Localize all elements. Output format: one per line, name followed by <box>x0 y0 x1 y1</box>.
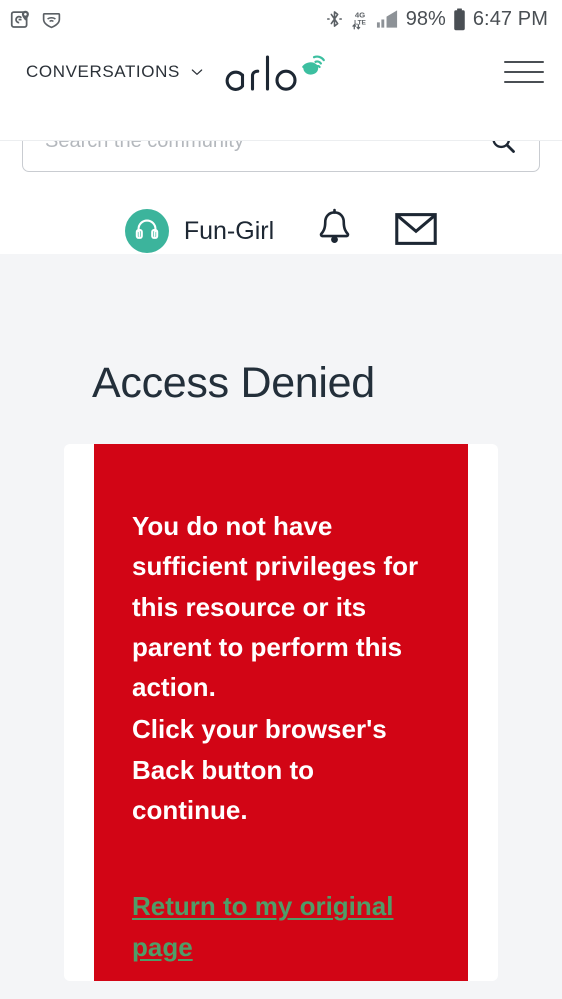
arlo-logo-svg <box>225 55 325 91</box>
access-denied-alert: You do not have sufficient privileges fo… <box>94 444 468 981</box>
bell-icon <box>316 208 353 254</box>
arlo-logo[interactable] <box>222 45 340 99</box>
messages-button[interactable] <box>395 211 437 252</box>
nav-conversations-dropdown[interactable]: CONVERSATIONS <box>26 62 205 82</box>
page-body: Access Denied You do not have sufficient… <box>0 254 562 999</box>
user-row: Fun-Girl <box>0 208 562 254</box>
alert-message-back-keyword: Back <box>132 754 195 785</box>
alert-message-secondary-prefix: Click your browser's <box>132 714 387 745</box>
headphones-avatar-icon <box>134 216 160 247</box>
alert-message-secondary: Click your browser's Back button to cont… <box>132 709 430 830</box>
page-title: Access Denied <box>92 359 375 407</box>
chevron-down-icon <box>189 64 205 80</box>
bluetooth-icon <box>325 8 344 30</box>
clock-label: 6:47 PM <box>472 7 548 30</box>
username-label[interactable]: Fun-Girl <box>184 217 274 246</box>
status-right-icons: 4G LTE 98% 6:47 PM <box>325 8 548 31</box>
arlo-camera-signal-icon <box>302 55 325 75</box>
signal-bars-icon <box>376 9 399 29</box>
battery-percent-label: 98% <box>405 7 446 30</box>
android-status-bar: 4G LTE 98% 6:47 PM <box>0 0 562 38</box>
battery-icon <box>453 7 466 31</box>
content-card: You do not have sufficient privileges fo… <box>64 444 498 981</box>
header-top-bar: CONVERSATIONS <box>0 38 562 106</box>
notifications-button[interactable] <box>316 208 353 254</box>
avatar[interactable] <box>124 209 169 253</box>
svg-text:4G: 4G <box>355 10 365 19</box>
vpn-shield-icon <box>41 9 62 30</box>
svg-text:LTE: LTE <box>354 19 366 26</box>
site-header: Search the community CONVERSATIONS <box>0 38 562 254</box>
nav-conversations-label: CONVERSATIONS <box>26 62 180 81</box>
envelope-icon <box>395 211 437 252</box>
status-left-icons <box>10 9 62 30</box>
alert-message-primary: You do not have sufficient privileges fo… <box>132 511 419 703</box>
return-to-original-page-link[interactable]: Return to my original page <box>132 886 430 967</box>
mobile-data-4g-lte-icon: 4G LTE <box>351 8 369 30</box>
google-maps-icon <box>10 9 31 30</box>
hamburger-menu-icon[interactable] <box>504 59 544 85</box>
